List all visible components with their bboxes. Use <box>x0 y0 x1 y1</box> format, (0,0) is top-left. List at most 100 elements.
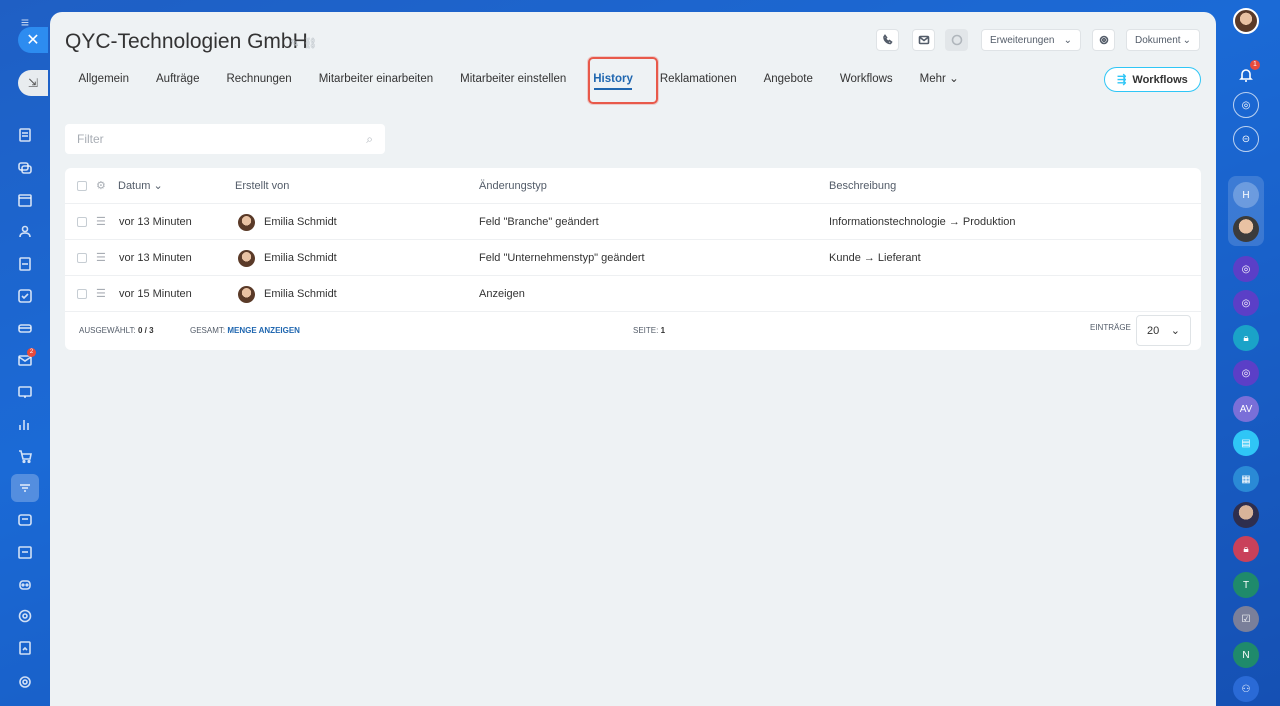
column-settings-gear-icon[interactable]: ⚙ <box>96 168 106 204</box>
chat-message-icon[interactable]: ▤ <box>1233 430 1259 456</box>
column-header-date[interactable]: Datum ⌄ <box>118 168 163 204</box>
nav-settings-icon[interactable] <box>15 672 35 692</box>
user-avatar[interactable] <box>1233 8 1259 34</box>
chat-openline-icon[interactable]: ◎ <box>1233 360 1259 386</box>
nav-documents-icon[interactable] <box>15 254 35 274</box>
nav-shop-icon[interactable] <box>15 446 35 466</box>
column-header-created-by[interactable]: Erstellt von <box>235 168 289 204</box>
nav-booking-icon[interactable] <box>15 542 35 562</box>
extensions-dropdown[interactable]: Erweiterungen ⌄ <box>981 29 1081 51</box>
column-header-change-type[interactable]: Änderungstyp <box>479 168 547 204</box>
workflows-button[interactable]: ⇶ Workflows <box>1104 67 1201 92</box>
tab-mitarbeiter-einstellen[interactable]: Mitarbeiter einstellen <box>447 62 580 96</box>
tab-bar: Allgemein Aufträge Rechnungen Mitarbeite… <box>65 62 972 96</box>
nav-groups-icon[interactable] <box>15 222 35 242</box>
nav-feed-icon[interactable] <box>15 125 35 145</box>
chat-icon <box>951 34 962 46</box>
mail-button[interactable] <box>912 29 935 51</box>
avatar <box>238 250 255 267</box>
selected-label: Ausgewählt: <box>79 326 136 335</box>
row-checkbox[interactable] <box>77 217 87 227</box>
row-description: Informationstechnologie → Produktion <box>829 216 1016 228</box>
collapse-slider-button[interactable]: ⇲ <box>18 70 48 96</box>
nav-chat-icon[interactable] <box>15 158 35 178</box>
row-created-by[interactable]: Emilia Schmidt <box>264 240 337 276</box>
table-header-row: ⚙ Datum ⌄ Erstellt von Änderungstyp Besc… <box>65 168 1201 204</box>
chat-group-icon[interactable]: ⚇ <box>1233 676 1259 702</box>
row-date: vor 13 Minuten <box>119 252 192 264</box>
close-slider-button[interactable]: ✕ <box>18 27 48 53</box>
show-total-link[interactable]: Menge anzeigen <box>227 326 300 335</box>
messenger-button[interactable] <box>945 29 968 51</box>
nav-sign-icon[interactable] <box>15 638 35 658</box>
chat-avatar-person[interactable] <box>1233 216 1259 242</box>
chat-news-icon[interactable]: ▦ <box>1233 466 1259 492</box>
nav-analytics-icon[interactable] <box>15 414 35 434</box>
select-all-checkbox[interactable] <box>77 181 87 191</box>
row-checkbox[interactable] <box>77 289 87 299</box>
copilot-icon[interactable]: ◎ <box>1233 92 1259 118</box>
tab-rechnungen[interactable]: Rechnungen <box>213 62 305 96</box>
row-date: vor 15 Minuten <box>119 288 192 300</box>
row-change-type: Feld "Unternehmenstyp" geändert <box>479 252 645 264</box>
nav-sites-icon[interactable] <box>15 382 35 402</box>
nav-drive-icon[interactable] <box>15 318 35 338</box>
mail-icon <box>918 35 929 45</box>
chat-openline-icon[interactable]: ◎ <box>1233 256 1259 282</box>
chat-avatar-person[interactable] <box>1233 502 1259 528</box>
mail-badge: 2 <box>27 348 36 357</box>
chat-avatar-t[interactable]: T <box>1233 572 1259 598</box>
tab-more[interactable]: Mehr ⌄ <box>906 62 972 96</box>
tab-mitarbeiter-einarbeiten[interactable]: Mitarbeiter einarbeiten <box>305 62 446 96</box>
nav-contacts-icon[interactable] <box>15 510 35 530</box>
phone-icon <box>882 34 893 45</box>
tab-reklamationen[interactable]: Reklamationen <box>646 62 750 96</box>
tab-workflows[interactable]: Workflows <box>826 62 906 96</box>
nav-goals-icon[interactable] <box>15 606 35 626</box>
call-button[interactable] <box>876 29 899 51</box>
tab-allgemein[interactable]: Allgemein <box>65 62 143 96</box>
entries-per-page-select[interactable]: 20 ⌄ <box>1136 315 1191 346</box>
nav-tasks-icon[interactable] <box>15 286 35 306</box>
close-icon: ✕ <box>26 32 40 49</box>
row-created-by[interactable]: Emilia Schmidt <box>264 204 337 240</box>
chat-avatar-av[interactable]: AV <box>1233 396 1259 422</box>
document-dropdown[interactable]: Dokument ⌄ <box>1126 29 1200 51</box>
workflow-icon: ⇶ <box>1117 74 1127 86</box>
filter-input[interactable] <box>77 132 367 146</box>
chevron-down-icon: ⌄ <box>1182 34 1191 46</box>
search-icon[interactable]: ⌕ <box>366 132 373 147</box>
chat-avatar-n[interactable]: N <box>1233 642 1259 668</box>
row-change-type: Anzeigen <box>479 288 525 300</box>
settings-button[interactable] <box>1092 29 1115 51</box>
page-title: QYC-Technologien GmbH <box>65 30 308 53</box>
edit-icon[interactable]: ✎ <box>290 38 303 50</box>
tab-auftraege[interactable]: Aufträge <box>143 62 213 96</box>
table-row[interactable]: ☰ vor 13 Minuten Emilia Schmidt Feld "Br… <box>65 204 1201 240</box>
table-row[interactable]: ☰ vor 13 Minuten Emilia Schmidt Feld "Un… <box>65 240 1201 276</box>
nav-calendar-icon[interactable] <box>15 190 35 210</box>
search-chat-icon[interactable]: ⊝ <box>1233 126 1259 152</box>
chat-avatar-h[interactable]: H <box>1233 182 1259 208</box>
chat-lock-icon[interactable]: 🔒︎ <box>1233 536 1259 562</box>
row-description: Kunde → Lieferant <box>829 252 921 264</box>
row-menu-icon[interactable]: ☰ <box>96 204 106 240</box>
row-menu-icon[interactable]: ☰ <box>96 276 106 312</box>
tab-angebote[interactable]: Angebote <box>750 62 826 96</box>
column-header-date-label: Datum <box>118 180 151 192</box>
chat-openline-icon[interactable]: ◎ <box>1233 290 1259 316</box>
avatar <box>238 286 255 303</box>
workflows-button-label: Workflows <box>1132 73 1188 86</box>
chat-task-icon[interactable]: ☑ <box>1233 606 1259 632</box>
table-row[interactable]: ☰ vor 15 Minuten Emilia Schmidt Anzeigen <box>65 276 1201 312</box>
row-date: vor 13 Minuten <box>119 216 192 228</box>
nav-crm-icon[interactable] <box>15 478 35 498</box>
chat-lock-icon[interactable]: 🔒︎ <box>1233 325 1259 351</box>
link-icon[interactable]: ⛓ <box>303 38 321 50</box>
row-checkbox[interactable] <box>77 253 87 263</box>
chevron-down-icon: ⌄ <box>153 180 163 192</box>
column-header-description[interactable]: Beschreibung <box>829 168 896 204</box>
nav-robot-icon[interactable] <box>15 574 35 594</box>
row-menu-icon[interactable]: ☰ <box>96 240 106 276</box>
row-created-by[interactable]: Emilia Schmidt <box>264 276 337 312</box>
